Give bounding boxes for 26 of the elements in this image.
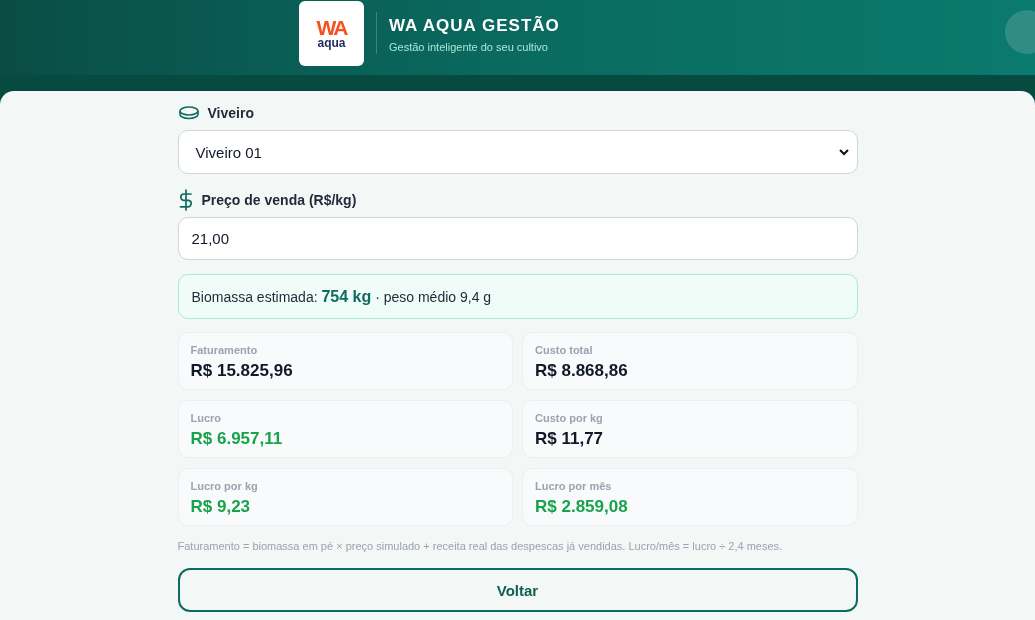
pond-select[interactable]: Viveiro 01 — [177, 130, 858, 174]
metric-value: R$ 8.868,86 — [535, 360, 628, 382]
metric-label: Custo total — [535, 343, 593, 357]
metric-value: R$ 15.825,96 — [190, 360, 293, 382]
back-button[interactable]: Voltar — [177, 568, 858, 612]
biomass-summary: Biomassa estimada: 754 kg · peso médio 9,4 g — [177, 274, 858, 319]
metric-value: R$ 2.859,08 — [535, 496, 628, 518]
dollar-icon — [178, 189, 193, 211]
logo-subtext: aqua — [317, 36, 346, 49]
metric-label: Lucro por mês — [535, 479, 612, 493]
price-input[interactable]: 21,00 — [177, 217, 858, 260]
cylinder-icon — [178, 106, 199, 120]
metric-label: Lucro — [190, 411, 222, 425]
metric-label: Faturamento — [190, 343, 258, 357]
metric-label: Lucro por kg — [190, 479, 258, 493]
logo-text: WA — [316, 18, 347, 37]
app-subtitle: Gestão inteligente do seu cultivo — [389, 40, 549, 54]
app-title: WA AQUA GESTÃO — [389, 15, 560, 37]
metric-value: R$ 6.957,11 — [190, 428, 283, 450]
footnote-text: Faturamento = biomassa em pé × preço simulado + receita real das despescas já vendidas. Lucro/mês = lucro ÷ 2,4 meses. — [177, 539, 784, 553]
field-label: Viveiro — [207, 105, 254, 121]
field-label: Preço de venda (R$/kg) — [201, 192, 357, 208]
metric-value: R$ 9,23 — [190, 496, 251, 518]
metric-value: R$ 11,77 — [535, 428, 604, 450]
chevron-down-icon — [838, 148, 849, 156]
metric-label: Custo por kg — [535, 411, 603, 425]
